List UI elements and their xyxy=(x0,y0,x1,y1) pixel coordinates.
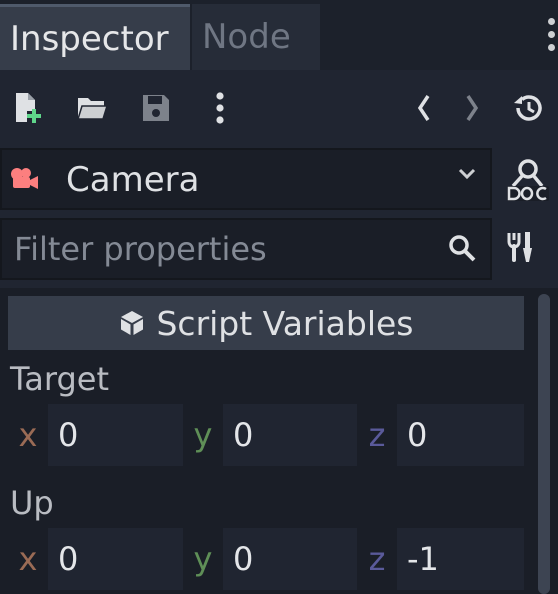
history-list-button[interactable] xyxy=(508,86,548,130)
open-docs-button[interactable] xyxy=(504,156,552,204)
target-z-field[interactable]: z 0 xyxy=(357,404,523,466)
camera-icon xyxy=(11,168,38,189)
up-x-value: 0 xyxy=(58,540,79,578)
up-y-field[interactable]: y 0 xyxy=(183,528,349,590)
docs-icon xyxy=(507,159,549,201)
tab-inspector[interactable]: Inspector xyxy=(0,4,190,70)
object-selector[interactable]: Camera xyxy=(0,148,492,210)
axis-x-label: x xyxy=(8,528,48,590)
filter-box xyxy=(0,218,492,280)
filter-properties-input[interactable] xyxy=(2,220,456,278)
axis-z-label: z xyxy=(357,528,397,590)
tab-inspector-label: Inspector xyxy=(10,18,169,59)
history-forward-button[interactable] xyxy=(452,86,492,130)
save-icon xyxy=(143,95,169,121)
new-resource-icon xyxy=(16,93,41,123)
tools-button[interactable] xyxy=(506,230,550,274)
vector3-editor-up: x 0 y 0 z -1 xyxy=(8,528,524,590)
property-label-target: Target xyxy=(10,360,109,398)
open-button[interactable] xyxy=(72,86,112,130)
vector3-editor-target: x 0 y 0 z 0 xyxy=(8,404,524,466)
inspector-toolbar xyxy=(0,70,558,148)
object-name: Camera xyxy=(66,160,200,200)
target-y-value: 0 xyxy=(233,416,254,454)
target-z-value: 0 xyxy=(407,416,428,454)
property-label-up: Up xyxy=(10,484,54,522)
open-folder-icon xyxy=(76,98,108,120)
scrollbar[interactable] xyxy=(538,294,550,594)
axis-x-label: x xyxy=(8,404,48,466)
properties-panel: Script Variables Target x 0 y 0 z 0 Up x… xyxy=(0,288,558,594)
tab-node[interactable]: Node xyxy=(192,4,320,70)
save-button[interactable] xyxy=(136,86,176,130)
tab-node-label: Node xyxy=(202,17,291,57)
tools-icon xyxy=(507,232,532,262)
forward-icon xyxy=(466,95,479,121)
up-x-field[interactable]: x 0 xyxy=(8,528,174,590)
cube-icon xyxy=(121,311,144,335)
more-icon xyxy=(216,92,224,124)
dock-tab-bar: Inspector Node xyxy=(0,0,558,70)
object-row: Camera xyxy=(0,148,558,210)
axis-y-label: y xyxy=(183,404,223,466)
filter-row xyxy=(0,218,558,280)
history-icon xyxy=(514,95,542,121)
dock-menu-icon[interactable] xyxy=(542,14,558,54)
up-y-value: 0 xyxy=(233,540,254,578)
chevron-down-icon xyxy=(458,168,476,180)
axis-y-label: y xyxy=(183,528,223,590)
up-z-value: -1 xyxy=(407,540,439,578)
search-icon xyxy=(449,235,476,262)
target-x-field[interactable]: x 0 xyxy=(8,404,174,466)
history-back-button[interactable] xyxy=(404,86,444,130)
section-script-variables[interactable]: Script Variables xyxy=(8,296,524,350)
section-title: Script Variables xyxy=(156,303,414,343)
scrollbar-thumb[interactable] xyxy=(538,294,550,594)
back-icon xyxy=(417,95,430,121)
new-resource-button[interactable] xyxy=(8,86,48,130)
target-x-value: 0 xyxy=(58,416,79,454)
up-z-field[interactable]: z -1 xyxy=(357,528,523,590)
target-y-field[interactable]: y 0 xyxy=(183,404,349,466)
more-options-button[interactable] xyxy=(200,86,240,130)
axis-z-label: z xyxy=(357,404,397,466)
